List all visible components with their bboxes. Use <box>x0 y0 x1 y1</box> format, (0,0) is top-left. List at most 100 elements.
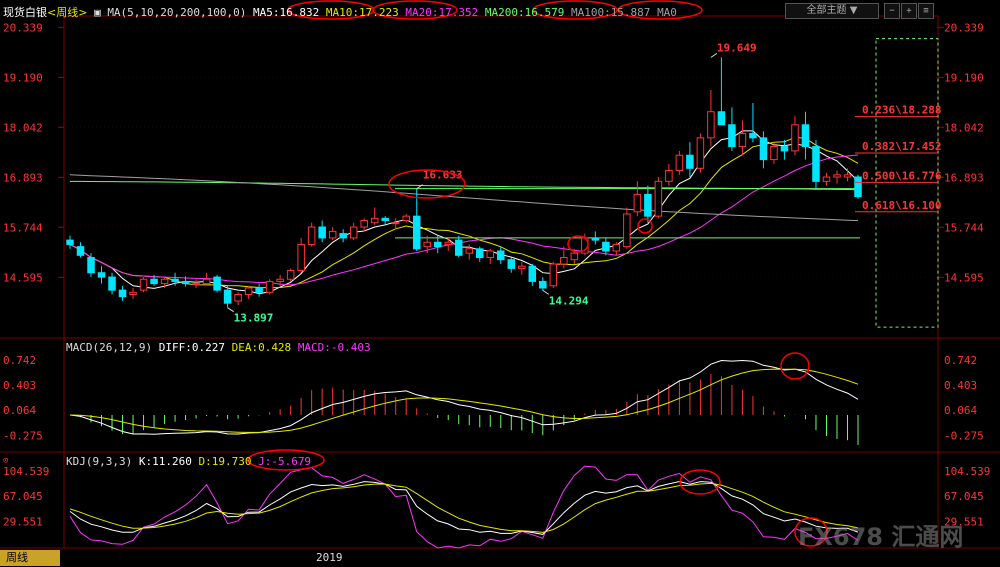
ma10-value: MA10:17.223 <box>325 6 399 19</box>
ma200-value: MA200:16.579 <box>484 6 565 19</box>
candle-body <box>497 250 505 261</box>
annotation-label-low2: 14.294 <box>549 294 589 307</box>
highlight-circles <box>247 0 828 547</box>
candle-body <box>402 215 410 222</box>
kdj-d: D:19.730 <box>198 455 252 468</box>
ma20-value: MA20:17.352 <box>405 6 479 19</box>
candle-body <box>518 265 526 269</box>
candle-body <box>686 154 694 169</box>
candle-body <box>87 257 95 274</box>
candle-body <box>108 276 116 291</box>
ma10-line <box>69 136 859 289</box>
price-tick-label-right: 14.595 <box>944 271 984 284</box>
candle-body <box>759 137 768 161</box>
ma5-value: MA5:16.832 <box>253 6 320 19</box>
candle-body <box>591 237 600 241</box>
candle-body <box>97 272 106 278</box>
candle-body <box>791 124 799 152</box>
kdj-legend: KDJ(9,3,3) K:11.260 D:19.730 J:-5.679 <box>66 455 311 468</box>
macd-tick-label-left: 0.403 <box>3 379 36 392</box>
macd-spec: MACD(26,12,9) <box>66 341 153 354</box>
kdj-k: K:11.260 <box>138 455 192 468</box>
candle-body <box>276 278 284 282</box>
fib-label: 0.618\16.100 <box>862 199 941 212</box>
fib-label: 0.500\16.776 <box>862 169 942 182</box>
kdj-tick-label-left: 104.539 <box>3 465 49 478</box>
candle-body <box>318 226 326 239</box>
candle-body <box>213 276 221 291</box>
macd-legend: MACD(26,12,9) DIFF:0.227 DEA:0.428 MACD:… <box>66 341 371 354</box>
zoom-out-icon[interactable]: − <box>884 3 900 19</box>
macd-tick-label-left: 0.064 <box>3 404 36 417</box>
kdj-panel <box>69 465 859 549</box>
candle-body <box>297 243 305 272</box>
candle-body <box>633 193 642 213</box>
kdj-j: J:-5.679 <box>258 455 312 468</box>
candle-body <box>66 239 74 245</box>
macd-tick-label-right: 0.403 <box>944 379 977 392</box>
fibonacci-levels: 0.236\18.288 0.382\17.452 0.500\16.776 0.61… <box>855 38 942 328</box>
theme-select[interactable]: 全部主题 ▼ <box>785 3 879 19</box>
panel-frame <box>63 337 939 453</box>
candle-body <box>360 220 368 228</box>
candle-body <box>433 241 442 248</box>
macd-tick-label-right: -0.275 <box>944 429 984 442</box>
candle-body <box>192 283 200 286</box>
candle-body <box>423 241 431 248</box>
header-legend: 现货白银<周线> ▣ MA(5,10,20,200,100,0) MA5:16.… <box>3 6 677 19</box>
candle-body <box>644 193 652 217</box>
candle-body <box>160 278 169 285</box>
period-tab[interactable]: 周线 <box>0 550 60 566</box>
panel-frame <box>63 15 939 339</box>
kdj-tick-label-left: 29.551 <box>3 515 43 528</box>
candle-body <box>612 243 621 252</box>
price-tick-label-right: 19.190 <box>944 71 984 84</box>
price-tick-label-left: 20.339 <box>3 21 43 34</box>
chart-canvas: 19.64916.63313.89714.294 0.236\18.2880.3… <box>0 0 1000 549</box>
kdj-tick-label-right: 104.539 <box>944 465 990 478</box>
theme-select-label: 全部主题 <box>806 5 847 16</box>
candle-body <box>623 213 631 248</box>
candle-body <box>665 169 673 182</box>
ma-icon: ▣ <box>94 6 101 19</box>
ma20-line <box>69 154 859 286</box>
candle-body <box>255 287 263 293</box>
candle-body <box>265 280 274 293</box>
kdj-spec: KDJ(9,3,3) <box>66 455 133 468</box>
period-label: 周线 <box>56 6 79 19</box>
macd-diff: DIFF:0.227 <box>158 341 225 354</box>
candle-body <box>454 239 463 256</box>
candle-body <box>770 146 778 161</box>
ma-spec: MA(5,10,20,200,100,0) <box>107 6 247 19</box>
candle-body <box>833 174 841 178</box>
price-tick-label-right: 18.042 <box>944 121 984 134</box>
candle-body <box>728 124 736 148</box>
candle-body <box>307 226 316 245</box>
highlight-ellipse <box>780 352 810 380</box>
candle-body <box>560 257 568 265</box>
candle-body <box>381 217 389 222</box>
candle-body <box>528 265 537 282</box>
x-axis-year: 2019 <box>316 551 343 564</box>
candle-body <box>780 146 789 152</box>
candle-body <box>444 241 452 245</box>
candle-body <box>234 293 242 302</box>
zoom-in-icon[interactable]: + <box>901 3 917 19</box>
candle-body <box>843 174 852 178</box>
candle-body <box>412 215 421 250</box>
candle-body <box>339 233 347 239</box>
candle-body <box>539 280 547 289</box>
moving-average-lines <box>69 130 859 295</box>
settings-icon[interactable]: ≡ <box>918 3 934 19</box>
macd-tick-label-left: 0.742 <box>3 354 36 367</box>
candle-body <box>749 132 757 139</box>
candle-body <box>812 146 820 182</box>
ma5-line <box>69 130 859 295</box>
macd-tick-label-right: 0.742 <box>944 354 977 367</box>
candle-body <box>707 111 715 139</box>
candle-body <box>171 278 179 282</box>
candle-body <box>654 180 663 217</box>
candle-body <box>717 111 726 126</box>
candle-body <box>570 252 579 261</box>
candle-body <box>349 226 358 239</box>
